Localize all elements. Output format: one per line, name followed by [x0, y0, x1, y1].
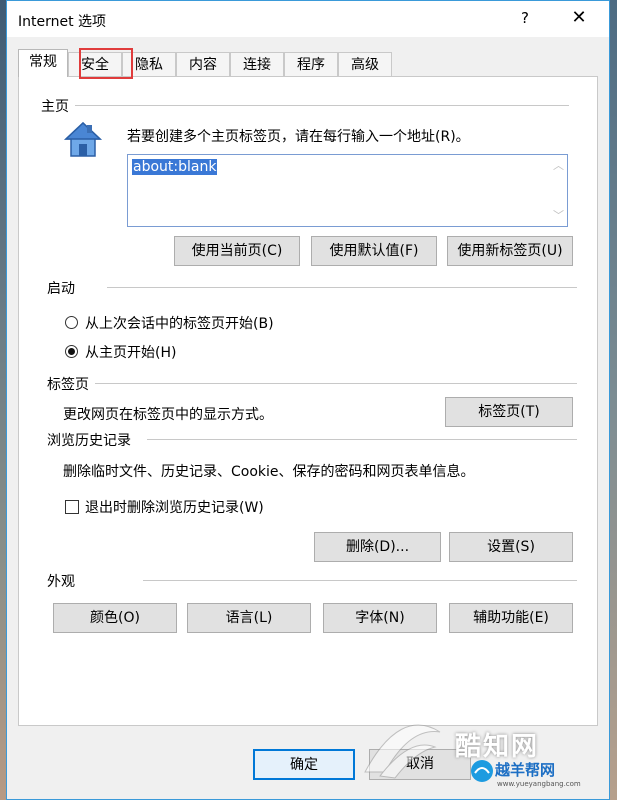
delete-history-on-exit-label[interactable]: 退出时删除浏览历史记录(W)	[85, 497, 264, 517]
tabs-description: 更改网页在标签页中的显示方式。	[63, 407, 273, 423]
window-title: Internet 选项	[18, 14, 107, 30]
history-description: 删除临时文件、历史记录、Cookie、保存的密码和网页表单信息。	[63, 464, 475, 480]
appearance-section-title: 外观	[47, 574, 75, 590]
startup-section-title: 启动	[47, 281, 75, 297]
home-instruction: 若要创建多个主页标签页，请在每行输入一个地址(R)。	[127, 129, 470, 145]
colors-button[interactable]: 颜色(O)	[53, 603, 177, 633]
home-section-title: 主页	[41, 99, 69, 115]
scroll-up-arrow-icon[interactable]: ︿	[553, 157, 564, 173]
use-new-tab-button[interactable]: 使用新标签页(U)	[447, 236, 573, 266]
watermark-site-name: 越羊帮网	[495, 761, 556, 779]
watermark-logo-icon	[364, 724, 441, 779]
tabs-divider	[95, 383, 577, 384]
tab-general[interactable]: 常规	[18, 49, 68, 77]
use-current-button[interactable]: 使用当前页(C)	[174, 236, 300, 266]
general-tab-panel: 主页 若要创建多个主页标签页，请在每行输入一个地址(R)。 about:blan…	[18, 76, 598, 726]
fonts-button[interactable]: 字体(N)	[323, 603, 437, 633]
history-divider	[147, 439, 577, 440]
internet-options-dialog: Internet 选项 ? ✕ 常规 安全 隐私 内容 连接 程序 高级 主页 …	[6, 0, 610, 800]
tab-content[interactable]: 内容	[176, 52, 230, 76]
watermark-site: 越羊帮网 www.yueyangbang.com	[470, 757, 610, 797]
accessibility-button[interactable]: 辅助功能(E)	[449, 603, 573, 633]
history-section-title: 浏览历史记录	[47, 433, 131, 449]
appearance-divider	[143, 580, 577, 581]
delete-history-on-exit-checkbox[interactable]	[65, 500, 79, 514]
delete-history-button[interactable]: 删除(D)...	[314, 532, 441, 562]
tabs-section-title: 标签页	[47, 377, 89, 393]
tabs-settings-button[interactable]: 标签页(T)	[445, 397, 573, 427]
watermark-url: www.yueyangbang.com	[497, 780, 581, 788]
radio-last-session-label[interactable]: 从上次会话中的标签页开始(B)	[85, 313, 274, 333]
languages-button[interactable]: 语言(L)	[187, 603, 311, 633]
home-address-textarea[interactable]: about:blank ︿ ﹀	[127, 154, 568, 227]
help-button[interactable]: ?	[515, 9, 535, 29]
ok-button[interactable]: 确定	[253, 749, 355, 780]
close-button[interactable]: ✕	[567, 7, 591, 31]
home-address-value: about:blank	[132, 159, 218, 175]
home-divider	[75, 105, 569, 106]
history-settings-button[interactable]: 设置(S)	[449, 532, 573, 562]
tab-programs[interactable]: 程序	[284, 52, 338, 76]
radio-homepage[interactable]	[65, 345, 78, 358]
startup-divider	[107, 287, 577, 288]
home-page-icon	[64, 121, 102, 157]
watermark-badge-icon	[471, 760, 493, 782]
security-tab-highlight-box	[79, 48, 133, 79]
scroll-down-arrow-icon[interactable]: ﹀	[553, 207, 564, 223]
radio-last-session[interactable]	[65, 316, 78, 329]
tab-advanced[interactable]: 高级	[338, 52, 392, 76]
radio-homepage-label[interactable]: 从主页开始(H)	[85, 342, 176, 362]
use-default-button[interactable]: 使用默认值(F)	[311, 236, 437, 266]
tab-connections[interactable]: 连接	[230, 52, 284, 76]
textarea-scrollbar[interactable]: ︿ ﹀	[550, 155, 567, 226]
title-bar: Internet 选项 ? ✕	[7, 1, 609, 37]
